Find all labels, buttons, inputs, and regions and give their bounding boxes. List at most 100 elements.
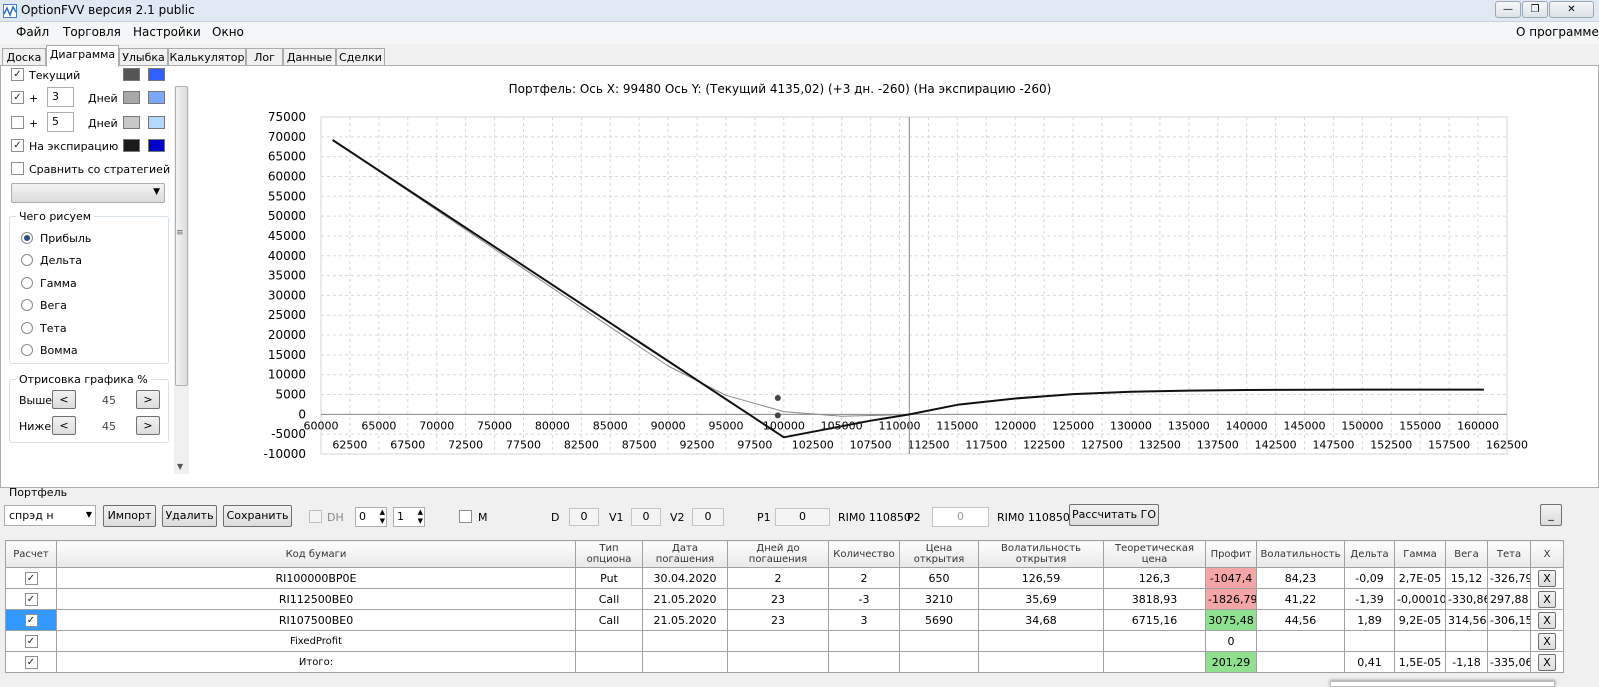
remove-row-button[interactable]: X: [1538, 632, 1556, 650]
calc-checkbox[interactable]: ✓: [24, 571, 38, 585]
col-header-9[interactable]: Профит: [1205, 540, 1257, 568]
col-header-3[interactable]: Дата погашения: [642, 540, 728, 568]
payoff-chart[interactable]: Портфель: Ось X: 99480 Ось Y: (Текущий 4…: [195, 67, 1535, 459]
compare-strategy-label: Сравнить со стратегией: [29, 163, 171, 176]
x-tick-label-top: 110000: [879, 419, 921, 432]
window-title: OptionFVV версия 2.1 public: [21, 3, 195, 17]
col-header-8[interactable]: Теоретическая цена: [1103, 540, 1206, 568]
calc-cell[interactable]: ✓: [5, 630, 57, 652]
maximize-button[interactable]: ❐: [1522, 1, 1548, 18]
scroll-down-icon[interactable]: ▼: [177, 462, 183, 471]
dh-checkbox[interactable]: [309, 510, 322, 523]
close-button[interactable]: ✕: [1549, 1, 1594, 18]
expiry-checkbox[interactable]: ✓: [11, 139, 24, 152]
settings-scrollbar[interactable]: ≡ ▼: [174, 86, 189, 474]
table-row[interactable]: ✓ FixedProfit 0 X: [5, 630, 1564, 652]
col-header-5[interactable]: Количество: [828, 540, 900, 568]
menu-about[interactable]: О программе: [1516, 25, 1599, 39]
calc-cell[interactable]: ✓: [5, 609, 57, 631]
expiry-color-swatch[interactable]: [123, 139, 140, 152]
m-checkbox[interactable]: [459, 510, 472, 523]
remove-row-button[interactable]: X: [1538, 653, 1556, 671]
radio-theta[interactable]: [21, 322, 33, 334]
expiry-alt-color-swatch[interactable]: [148, 139, 165, 152]
remove-cell[interactable]: X: [1530, 630, 1564, 652]
remove-row-button[interactable]: X: [1538, 590, 1556, 608]
menu-file[interactable]: Файл: [16, 25, 49, 39]
table-row[interactable]: ✓ RI107500BE0 Call 21.05.2020 23 3 5690 34,68 67…: [5, 609, 1564, 631]
table-row[interactable]: ✓ RI100000BP0E Put 30.04.2020 2 2 650 126,59 126…: [5, 567, 1564, 589]
p1-label: P1: [757, 511, 771, 524]
col-header-2[interactable]: Тип опциона: [575, 540, 643, 568]
remove-row-button[interactable]: X: [1538, 569, 1556, 587]
p2-input[interactable]: 0: [932, 507, 989, 527]
minimize-button[interactable]: —: [1495, 1, 1521, 18]
compare-strategy-checkbox[interactable]: [11, 162, 24, 175]
calc-checkbox[interactable]: ✓: [24, 592, 38, 606]
calc-cell[interactable]: ✓: [5, 651, 57, 673]
strategy-select[interactable]: ▼: [11, 183, 165, 203]
portfolio-select[interactable]: спрэд н ▼: [4, 505, 96, 526]
calc-cell[interactable]: ✓: [5, 567, 57, 589]
table-row[interactable]: ✓ RI112500BE0 Call 21.05.2020 23 -3 3210 35,69 3…: [5, 588, 1564, 610]
plus-days-1-alt-color-swatch[interactable]: [148, 91, 165, 104]
plus-days-2-alt-color-swatch[interactable]: [148, 116, 165, 129]
remove-cell[interactable]: X: [1530, 567, 1564, 589]
col-header-0[interactable]: Расчет: [5, 540, 57, 568]
col-header-15[interactable]: X: [1530, 540, 1564, 568]
spin-arrows-icon[interactable]: ▲ ▼: [380, 508, 385, 526]
save-button[interactable]: Сохранить: [223, 505, 292, 527]
below-increase-button[interactable]: >: [136, 416, 160, 435]
below-decrease-button[interactable]: <: [52, 416, 76, 435]
table-cell: 126,3: [1103, 567, 1206, 589]
calc-cell[interactable]: ✓: [5, 588, 57, 610]
col-header-7[interactable]: Волатильность открытия: [978, 540, 1104, 568]
collapse-button[interactable]: _: [1540, 504, 1562, 526]
radio-gamma[interactable]: [21, 277, 33, 289]
remove-row-button[interactable]: X: [1538, 611, 1556, 629]
plus-days-1-checkbox[interactable]: ✓: [11, 91, 24, 104]
col-header-10[interactable]: Волатильность: [1256, 540, 1345, 568]
plus-days-2-color-swatch[interactable]: [123, 116, 140, 129]
calculate-margin-button[interactable]: Рассчитать ГО: [1069, 504, 1159, 526]
menu-trading[interactable]: Торговля: [63, 25, 121, 39]
plus-days-1-color-swatch[interactable]: [123, 91, 140, 104]
calc-checkbox[interactable]: ✓: [24, 655, 38, 669]
calc-checkbox[interactable]: ✓: [24, 634, 38, 648]
plus-days-2-checkbox[interactable]: [11, 116, 24, 129]
plus-days-1-prefix: +: [29, 92, 39, 105]
menu-window[interactable]: Окно: [212, 25, 244, 39]
col-header-12[interactable]: Гамма: [1394, 540, 1446, 568]
dh-spin-1[interactable]: 0 ▲ ▼: [355, 507, 387, 527]
above-increase-button[interactable]: >: [136, 390, 160, 409]
table-cell: RI112500BE0: [56, 588, 576, 610]
delete-button[interactable]: Удалить: [162, 505, 217, 527]
dh-spin-2[interactable]: 1 ▲ ▼: [393, 507, 425, 527]
remove-cell[interactable]: X: [1530, 651, 1564, 673]
col-header-6[interactable]: Цена открытия: [899, 540, 979, 568]
menu-settings[interactable]: Настройки: [133, 25, 201, 39]
col-header-1[interactable]: Код бумаги: [56, 540, 576, 568]
current-checkbox[interactable]: ✓: [11, 68, 24, 81]
radio-profit[interactable]: [21, 232, 33, 244]
radio-delta[interactable]: [21, 254, 33, 266]
tab-diagram[interactable]: Диаграмма: [46, 45, 119, 67]
plus-days-1-input[interactable]: 3: [47, 87, 74, 107]
current-color-swatch[interactable]: [123, 68, 140, 81]
col-header-11[interactable]: Дельта: [1344, 540, 1395, 568]
plus-days-2-input[interactable]: 5: [47, 112, 74, 132]
above-decrease-button[interactable]: <: [52, 390, 76, 409]
col-header-14[interactable]: Тета: [1487, 540, 1531, 568]
col-header-13[interactable]: Вега: [1445, 540, 1488, 568]
radio-vomma[interactable]: [21, 344, 33, 356]
col-header-4[interactable]: Дней до погашения: [727, 540, 829, 568]
x-tick-label-top: 120000: [994, 419, 1036, 432]
import-button[interactable]: Импорт: [103, 505, 156, 527]
current-alt-color-swatch[interactable]: [148, 68, 165, 81]
remove-cell[interactable]: X: [1530, 588, 1564, 610]
calc-checkbox[interactable]: ✓: [24, 613, 38, 627]
remove-cell[interactable]: X: [1530, 609, 1564, 631]
table-row[interactable]: ✓ Итого: 201,29 0,41 1,5E-05 -1,18 -335,06 X: [5, 651, 1564, 673]
spin-arrows-icon[interactable]: ▲ ▼: [418, 508, 423, 526]
radio-vega[interactable]: [21, 299, 33, 311]
